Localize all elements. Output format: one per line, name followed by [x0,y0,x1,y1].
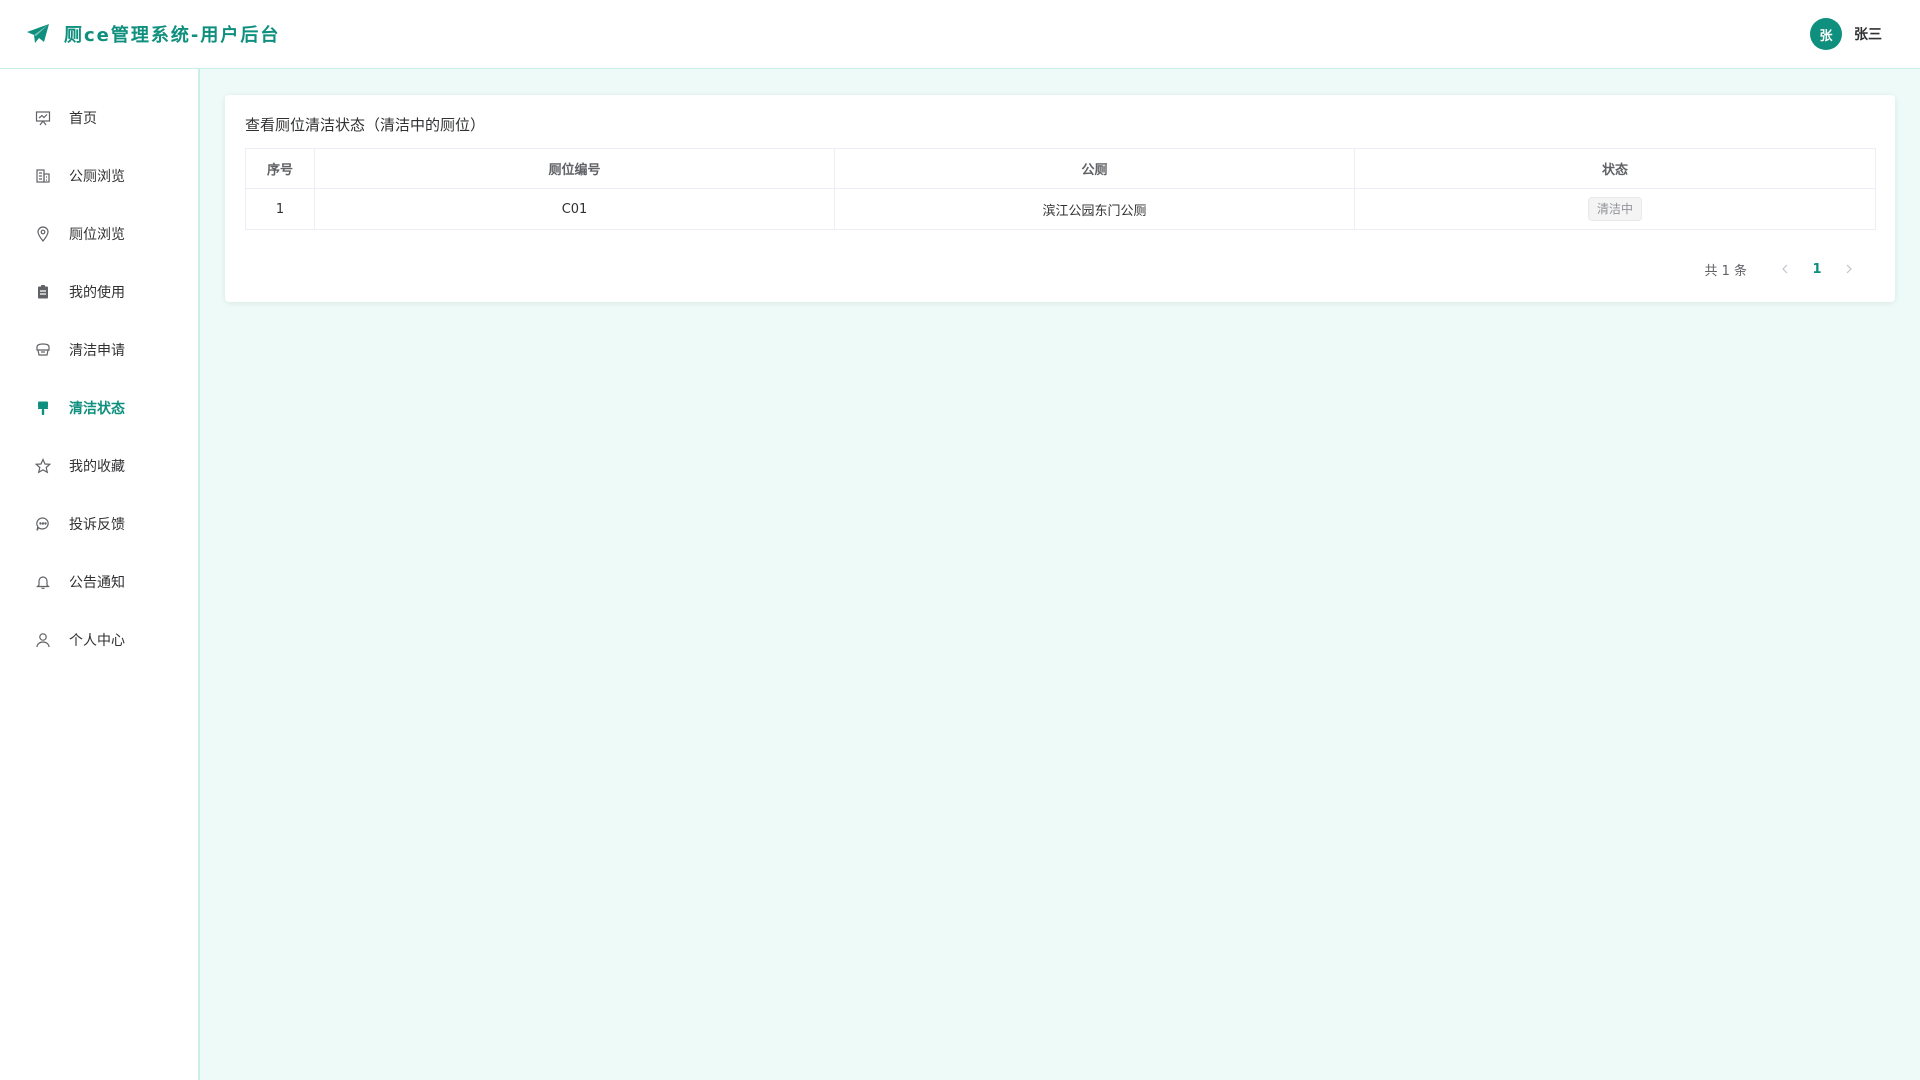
user-name[interactable]: 张三 [1854,24,1882,44]
sidebar-item-cleaning-status[interactable]: 清洁状态 [0,379,198,437]
top-header: 厕ce管理系统-用户后台 张 张三 [0,0,1920,69]
column-header-status: 状态 [1354,148,1876,189]
column-header-toilet: 公厕 [834,148,1355,189]
sidebar-item-my-usage[interactable]: 我的使用 [0,263,198,321]
sidebar-item-toilet-browse[interactable]: 公厕浏览 [0,147,198,205]
table-row: 1 C01 滨江公园东门公厕 清洁中 [245,188,1876,230]
status-badge: 清洁中 [1587,197,1642,221]
sidebar-item-favorites[interactable]: 我的收藏 [0,437,198,495]
app-title: 厕ce管理系统-用户后台 [64,25,281,46]
table-header-row: 序号 厕位编号 公厕 状态 [245,148,1876,189]
sidebar-item-label: 个人中心 [69,633,125,649]
avatar[interactable]: 张 [1810,18,1842,50]
sidebar-item-feedback[interactable]: 投诉反馈 [0,495,198,553]
brand: 厕ce管理系统-用户后台 [26,21,280,47]
pagination-total: 共 1 条 [1704,263,1747,279]
chat-bubble-icon [34,515,52,533]
cell-stall-code: C01 [314,188,835,230]
sidebar-item-profile[interactable]: 个人中心 [0,611,198,669]
sidebar-item-label: 公告通知 [69,575,125,591]
sidebar: 首页 公厕浏览 厕位浏览 我的使用 清洁申请 清洁状态 我的收藏 投诉反馈 公告… [0,69,200,1080]
sidebar-item-stall-browse[interactable]: 厕位浏览 [0,205,198,263]
clipboard-icon [34,283,52,301]
sidebar-item-notices[interactable]: 公告通知 [0,553,198,611]
chevron-right-icon [1846,264,1852,274]
sidebar-item-label: 清洁状态 [69,401,125,417]
sidebar-item-label: 我的收藏 [69,459,125,475]
page-number-current[interactable]: 1 [1801,255,1833,283]
column-header-index: 序号 [245,148,315,189]
column-header-stall-code: 厕位编号 [314,148,835,189]
sidebar-item-label: 清洁申请 [69,343,125,359]
chevron-left-icon [1782,264,1788,274]
user-icon [34,631,52,649]
sidebar-item-label: 厕位浏览 [69,227,125,243]
cell-index: 1 [245,188,315,230]
sidebar-item-label: 我的使用 [69,285,125,301]
user-menu[interactable]: 张 张三 [1810,18,1882,50]
sidebar-item-home[interactable]: 首页 [0,89,198,147]
star-icon [34,457,52,475]
location-pin-icon [34,225,52,243]
sidebar-item-cleaning-request[interactable]: 清洁申请 [0,321,198,379]
cell-status: 清洁中 [1354,188,1876,230]
presentation-icon [34,109,52,127]
cell-toilet: 滨江公园东门公厕 [834,188,1355,230]
building-icon [34,167,52,185]
paint-brush-icon [34,399,52,417]
cleaning-status-table: 序号 厕位编号 公厕 状态 1 C01 滨江公园东门公厕 清洁中 [245,148,1876,230]
pagination: 共 1 条 1 [1704,255,1865,283]
paper-plane-icon [26,22,50,46]
bell-icon [34,573,52,591]
next-page-button[interactable] [1833,255,1865,283]
cleaning-status-card: 查看厕位清洁状态（清洁中的厕位） 序号 厕位编号 公厕 状态 1 C01 滨江公… [225,95,1895,302]
cleaning-cart-icon [34,341,52,359]
sidebar-item-label: 公厕浏览 [69,169,125,185]
sidebar-item-label: 投诉反馈 [69,517,125,533]
sidebar-item-label: 首页 [69,111,97,127]
prev-page-button[interactable] [1769,255,1801,283]
card-title: 查看厕位清洁状态（清洁中的厕位） [245,116,486,134]
